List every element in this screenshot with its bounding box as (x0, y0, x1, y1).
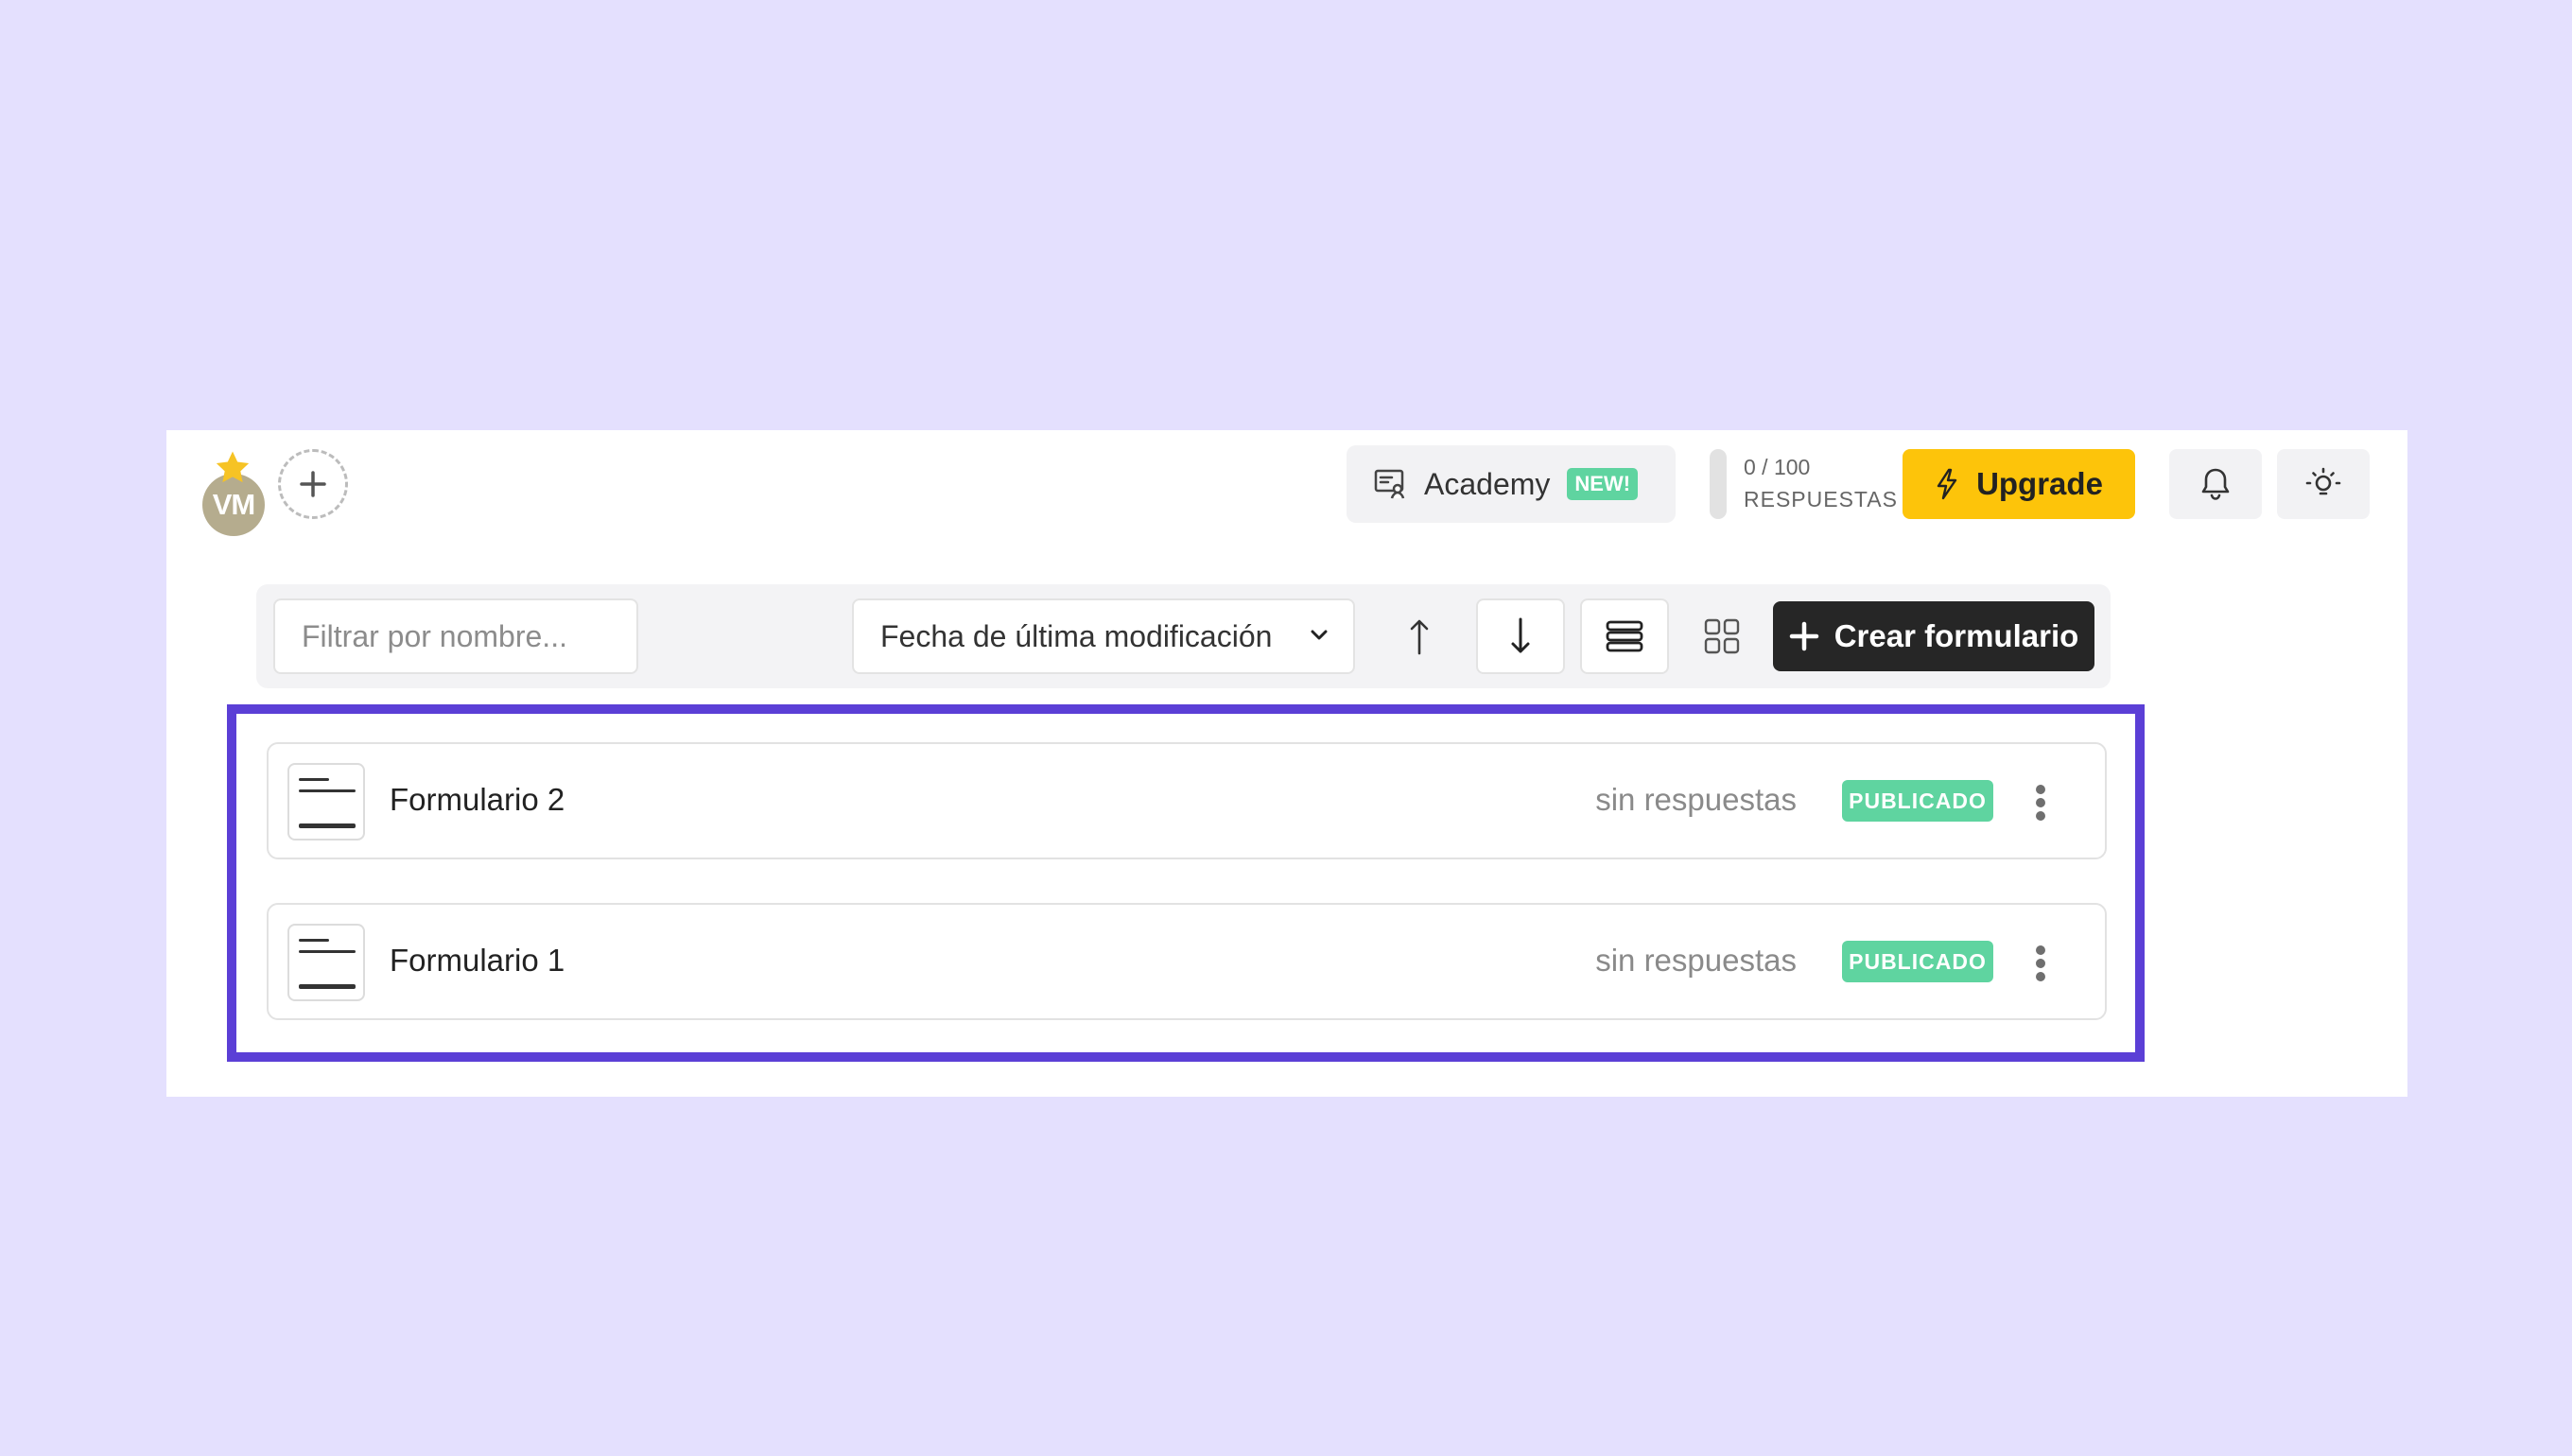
filter-input[interactable] (273, 598, 638, 674)
status-badge: PUBLICADO (1842, 780, 1993, 822)
sort-ascending-button[interactable] (1380, 598, 1459, 674)
usage-count: 0 / 100 (1744, 455, 1811, 479)
form-list-item[interactable]: Formulario 2 sin respuestas PUBLICADO (267, 742, 2107, 859)
form-responses: sin respuestas (1595, 943, 1797, 978)
grid-view-icon (1704, 618, 1740, 654)
add-member-button[interactable] (278, 449, 348, 519)
create-form-label: Crear formulario (1833, 618, 2079, 653)
bell-icon (2201, 468, 2230, 500)
notifications-button[interactable] (2169, 449, 2262, 519)
form-name[interactable]: Formulario 1 (390, 943, 565, 979)
arrow-down-icon (1511, 617, 1530, 653)
arrow-up-icon (1410, 619, 1429, 655)
lightbulb-icon (2305, 467, 2341, 495)
lightning-icon (1937, 468, 1957, 500)
star-icon (216, 451, 250, 483)
usage-progress-bar (1710, 449, 1727, 519)
chevron-down-icon (1311, 630, 1328, 640)
more-vertical-icon (2036, 785, 2045, 821)
plus-icon (1789, 621, 1818, 651)
app-panel: VM Academy NEW! 0 / 100 RESPUESTAS Upgra… (166, 430, 2407, 1097)
theme-toggle-button[interactable] (2277, 449, 2370, 519)
user-avatar[interactable]: VM (202, 449, 269, 536)
academy-button[interactable]: Academy NEW! (1347, 445, 1676, 523)
create-form-button[interactable]: Crear formulario (1773, 601, 2094, 671)
academy-label: Academy (1424, 466, 1551, 501)
avatar-initials: VM (212, 488, 255, 521)
sort-select-value: Fecha de última modificación (880, 618, 1273, 653)
sort-select[interactable]: Fecha de última modificación (852, 598, 1355, 674)
form-list-item[interactable]: Formulario 1 sin respuestas PUBLICADO (267, 903, 2107, 1020)
form-menu-button[interactable] (2024, 935, 2058, 992)
status-badge: PUBLICADO (1842, 941, 1993, 982)
usage-label: RESPUESTAS (1744, 487, 1898, 511)
upgrade-label: Upgrade (1976, 466, 2103, 501)
more-vertical-icon (2036, 945, 2045, 981)
form-responses: sin respuestas (1595, 782, 1797, 817)
upgrade-button[interactable]: Upgrade (1903, 449, 2135, 519)
forms-toolbar: Fecha de última modificación (256, 584, 2111, 688)
presentation-icon (1374, 469, 1405, 499)
list-view-icon (1606, 620, 1643, 652)
form-icon (287, 924, 365, 1001)
plus-circle-icon (300, 471, 326, 497)
form-name[interactable]: Formulario 2 (390, 782, 565, 818)
sort-descending-button[interactable] (1476, 598, 1565, 674)
form-icon (287, 763, 365, 841)
grid-view-button[interactable] (1680, 598, 1764, 674)
form-menu-button[interactable] (2024, 774, 2058, 831)
list-view-button[interactable] (1580, 598, 1669, 674)
new-badge: NEW! (1567, 468, 1639, 500)
